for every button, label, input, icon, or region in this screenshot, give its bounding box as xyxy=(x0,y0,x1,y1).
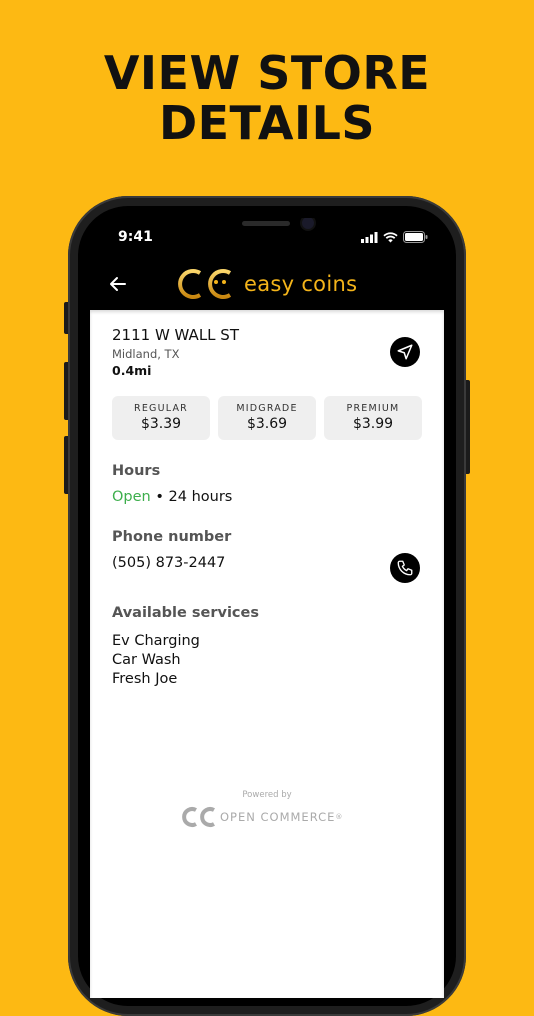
hours-heading: Hours xyxy=(112,463,161,479)
price-label: MIDGRADE xyxy=(236,403,298,414)
phone-heading: Phone number xyxy=(112,529,232,545)
headline-line-1: VIEW STORE xyxy=(103,46,431,100)
easy-coins-logo-icon xyxy=(178,269,232,299)
status-icons xyxy=(361,231,428,243)
fuel-prices: REGULAR $3.39 MIDGRADE $3.69 PREMIUM $3.… xyxy=(112,396,422,440)
powered-by-label: Powered by xyxy=(242,790,292,800)
open-commerce-icon xyxy=(182,807,215,827)
headline-line-2: DETAILS xyxy=(158,96,376,150)
navigation-arrow-icon xyxy=(397,344,413,360)
price-label: REGULAR xyxy=(134,403,188,414)
price-card-midgrade: MIDGRADE $3.69 xyxy=(218,396,316,440)
service-item: Car Wash xyxy=(112,652,181,668)
wifi-icon xyxy=(383,231,398,242)
store-distance: 0.4mi xyxy=(112,363,152,378)
store-address: 2111 W WALL ST xyxy=(112,326,239,344)
open-status: Open xyxy=(112,489,151,505)
back-arrow-icon[interactable] xyxy=(106,272,130,296)
service-item: Fresh Joe xyxy=(112,671,178,687)
directions-button[interactable] xyxy=(390,337,420,367)
app-logo: easy coins xyxy=(176,266,366,302)
price-card-regular: REGULAR $3.39 xyxy=(112,396,210,440)
open-commerce-logo: OPEN COMMERCE ® xyxy=(182,806,343,828)
store-city: Midland, TX xyxy=(112,347,180,361)
battery-icon xyxy=(403,231,428,243)
registered-mark: ® xyxy=(335,813,344,821)
front-camera xyxy=(302,218,314,229)
phone-number[interactable]: (505) 873-2447 xyxy=(112,555,225,571)
price-value: $3.39 xyxy=(140,416,182,432)
phone-icon xyxy=(397,560,413,576)
hours-info: Open • 24 hours xyxy=(112,489,232,505)
price-card-premium: PREMIUM $3.99 xyxy=(324,396,422,440)
phone-screen: 9:41 easy coins 2111 W WALL ST Midland, … xyxy=(90,218,444,998)
open-commerce-name: OPEN COMMERCE xyxy=(220,810,336,824)
hours-detail: • 24 hours xyxy=(150,489,233,505)
service-item: Ev Charging xyxy=(112,633,200,649)
services-list: Ev Charging Car Wash Fresh Joe xyxy=(112,632,200,689)
services-heading: Available services xyxy=(112,605,259,621)
app-brand-name: easy coins xyxy=(244,272,358,296)
call-button[interactable] xyxy=(390,553,420,583)
store-details: 2111 W WALL ST Midland, TX 0.4mi REGULAR… xyxy=(90,310,444,998)
price-value: $3.99 xyxy=(352,416,394,432)
phone-notch xyxy=(166,218,366,244)
promo-headline: VIEW STORE DETAILS xyxy=(0,48,534,148)
speaker-grille xyxy=(242,221,290,226)
app-header: easy coins xyxy=(90,258,444,310)
price-value: $3.69 xyxy=(246,416,288,432)
status-time: 9:41 xyxy=(118,229,153,245)
price-label: PREMIUM xyxy=(346,403,400,414)
